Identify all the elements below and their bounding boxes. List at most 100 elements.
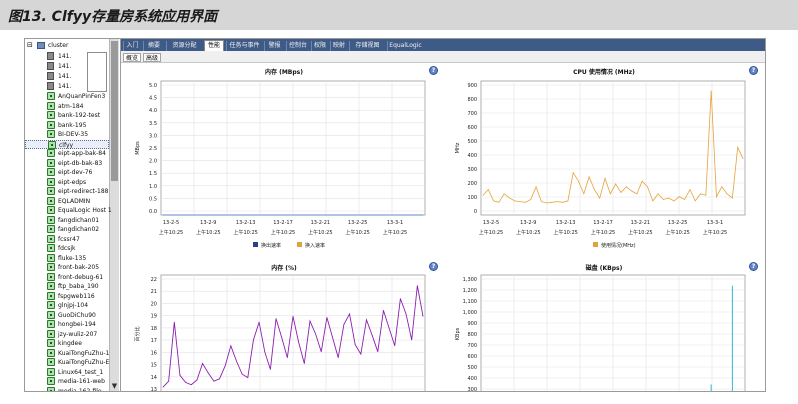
y-tick-label: 3.0 xyxy=(149,133,157,139)
tree-vm-item[interactable]: eipt-db-bak-83 xyxy=(25,158,109,168)
tree-host-3[interactable]: 141. xyxy=(25,82,109,91)
tab-10[interactable]: EqualLogic xyxy=(387,41,423,51)
tree-vm-item[interactable]: media-161-web xyxy=(25,377,109,386)
tree-vm-item[interactable]: eipt-redirect-188 xyxy=(25,187,109,196)
tree-vm-item[interactable]: fangdichan01 xyxy=(25,215,109,225)
tree-vm-item[interactable]: kingdee xyxy=(25,339,109,348)
tab-8[interactable]: 映射 xyxy=(330,41,347,51)
tab-3[interactable]: 性能 xyxy=(204,40,224,51)
tree-vm-item[interactable]: KuaiTongFuZhu-1 xyxy=(25,348,109,358)
scroll-down-arrow[interactable]: ▼ xyxy=(111,382,118,390)
data-point xyxy=(320,351,322,353)
vm-icon xyxy=(47,291,55,300)
host-icon xyxy=(47,72,54,80)
tree-vm-item[interactable]: bank-192-test xyxy=(25,111,109,120)
y-tick-label: 800 xyxy=(467,332,477,338)
data-point xyxy=(742,158,744,159)
vm-icon xyxy=(47,149,55,157)
subtab-0[interactable]: 概览 xyxy=(123,53,142,62)
vm-label: atm-184 xyxy=(58,102,84,110)
tree-vm-item[interactable]: Linux64_test_1 xyxy=(25,367,109,377)
scrollbar-thumb[interactable] xyxy=(111,41,118,181)
data-point xyxy=(196,379,198,381)
tree-vm-item[interactable]: atm-184 xyxy=(25,101,109,111)
tree-vm-item[interactable]: ftp_baba_190 xyxy=(25,282,109,291)
data-point xyxy=(535,186,537,188)
tree-vm-item[interactable]: fangdichan02 xyxy=(25,225,109,234)
tree-vm-item[interactable]: fspgweb116 xyxy=(25,291,109,301)
data-point xyxy=(625,186,627,188)
tree-vm-item[interactable]: media-162-file xyxy=(25,386,109,391)
tab-5[interactable]: 警报 xyxy=(264,41,284,51)
x-tick-sublabel: 上午10:25 xyxy=(345,229,369,236)
y-tick-label: 5.0 xyxy=(149,83,157,89)
tree-vm-item[interactable]: EqualLogic Host 1 xyxy=(25,206,112,215)
tree-vm-item[interactable]: hongbei-194 xyxy=(25,320,109,329)
tab-bar: 入门 摘要 资源分配 性能 任务与事件 警报 控制台 权限 映射 存储视图 EqualLogic xyxy=(121,39,765,51)
vm-label: glnjpj-104 xyxy=(58,302,89,309)
vm-label: GuoDiChu90 xyxy=(58,311,96,319)
chart-svg-memory-pct: 22 21 20 19 18 17 16 15 14 13 百分比 xyxy=(134,274,426,391)
tree-vm-item[interactable]: glnjpj-104 xyxy=(25,301,109,310)
vm-label: fcssr47 xyxy=(58,235,80,243)
data-point xyxy=(567,200,569,202)
tree-vm-item[interactable]: BI-DEV-35 xyxy=(25,130,109,139)
data-point xyxy=(168,380,170,382)
tree-vm-item[interactable]: front-bak-205 xyxy=(25,263,109,272)
subtab-1[interactable]: 高级 xyxy=(143,53,162,62)
y-tick-label: 2.5 xyxy=(149,146,157,152)
tree-vm-item[interactable]: eipt-edps xyxy=(25,177,109,187)
vm-icon xyxy=(47,348,55,357)
tab-9[interactable]: 存储视图 xyxy=(349,41,385,51)
chart-svg-cpu-usage: 900 800 700 600 500 400 300 200 100 0 MHz 13-2-5 上午1… xyxy=(455,80,746,249)
tab-6[interactable]: 控制台 xyxy=(286,41,309,51)
data-point xyxy=(179,374,181,376)
tab-0[interactable]: 入门 xyxy=(123,41,141,51)
y-axis-label: 百分比 xyxy=(134,326,141,341)
data-point xyxy=(689,189,691,191)
data-point xyxy=(207,372,209,374)
tree-scrollbar[interactable]: ▼ xyxy=(109,39,119,391)
y-axis-label: MHz xyxy=(455,142,461,153)
tab-7[interactable]: 权限 xyxy=(311,41,328,51)
legend-label: 换出速率 xyxy=(261,242,281,249)
tree-host-2[interactable]: 141. xyxy=(25,72,109,81)
tree-vm-item[interactable]: front-debug-61 xyxy=(25,272,109,282)
host-label: 141. xyxy=(58,73,72,80)
y-tick-label: 1,200 xyxy=(463,288,477,294)
collapse-icon[interactable]: ⊟ xyxy=(27,41,33,50)
data-point xyxy=(205,214,207,216)
tree-vm-item[interactable]: GuoDiChu90 xyxy=(25,310,109,320)
vm-icon xyxy=(47,92,55,100)
tree-vm-item[interactable]: fluke-135 xyxy=(25,253,109,263)
data-point xyxy=(236,360,237,362)
tree-vm-item[interactable]: KuaiTongFuZhu-E xyxy=(25,358,109,367)
data-point xyxy=(264,351,266,353)
tree-vm-item[interactable]: eipt-dev-76 xyxy=(25,168,109,177)
tree-host-0[interactable]: 141. xyxy=(25,52,109,61)
tree-vm-item[interactable]: bank-195 xyxy=(25,120,109,130)
tree-vm-item[interactable]: EQLADMIN xyxy=(25,196,109,206)
y-tick-label: 16 xyxy=(151,350,157,356)
tab-2[interactable]: 资源分配 xyxy=(166,41,202,51)
data-point xyxy=(647,186,648,188)
vm-icon xyxy=(47,301,55,309)
y-tick-label: 400 xyxy=(467,376,477,382)
data-point xyxy=(309,320,311,322)
tree-vm-item[interactable]: clfyy xyxy=(25,139,109,149)
data-point xyxy=(275,318,277,320)
tree-vm-item[interactable]: AnQuanPinFen3 xyxy=(25,92,109,101)
vm-icon xyxy=(47,358,55,366)
data-point xyxy=(716,196,717,198)
tab-1[interactable]: 摘要 xyxy=(143,41,164,51)
tree-vm-item[interactable]: jzy-wuliz-207 xyxy=(25,329,109,339)
vm-label: jzy-wuliz-207 xyxy=(58,330,98,338)
tab-4[interactable]: 任务与事件 xyxy=(226,41,262,51)
tree-host-1[interactable]: 141. xyxy=(25,62,109,71)
data-point xyxy=(258,321,260,323)
tree-vm-item[interactable]: fcssr47 xyxy=(25,234,109,244)
tree-vm-item[interactable]: eipt-app-bak-84 xyxy=(25,149,109,158)
vm-icon xyxy=(47,206,55,214)
tree-vm-item[interactable]: fdcsjk xyxy=(25,244,109,253)
data-point xyxy=(298,341,300,343)
